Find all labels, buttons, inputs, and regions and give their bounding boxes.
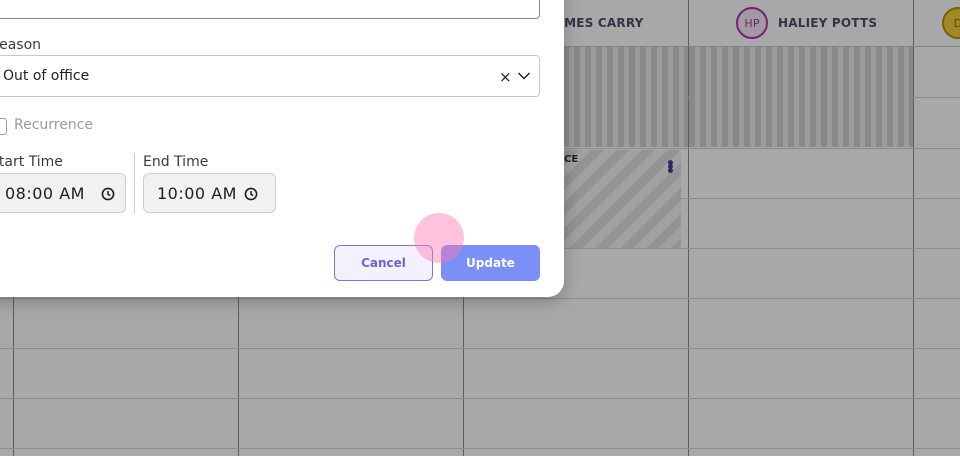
- reason-select-value: Out of office: [3, 68, 90, 84]
- cursor-highlight: [414, 213, 464, 263]
- close-icon[interactable]: ×: [499, 68, 512, 86]
- time-divider: [134, 153, 135, 213]
- start-time-value: 08:00 AM: [5, 183, 85, 203]
- clock-icon[interactable]: [244, 187, 258, 201]
- reason-label: Reason: [0, 37, 42, 53]
- end-time-value: 10:00 AM: [157, 183, 237, 203]
- end-time-label: End Time: [143, 154, 209, 170]
- time-off-dialog: Reason Out of office × Recurrence Start …: [0, 0, 564, 297]
- start-time-label: Start Time: [0, 154, 63, 170]
- clock-icon[interactable]: [101, 187, 115, 201]
- reason-select[interactable]: Out of office ×: [0, 55, 540, 97]
- end-time-input[interactable]: 10:00 AM: [143, 173, 276, 213]
- chevron-down-icon[interactable]: [517, 69, 531, 83]
- recurrence-checkbox[interactable]: [0, 118, 7, 135]
- start-time-input[interactable]: 08:00 AM: [0, 173, 126, 213]
- title-input[interactable]: [0, 0, 540, 19]
- recurrence-label: Recurrence: [14, 117, 94, 133]
